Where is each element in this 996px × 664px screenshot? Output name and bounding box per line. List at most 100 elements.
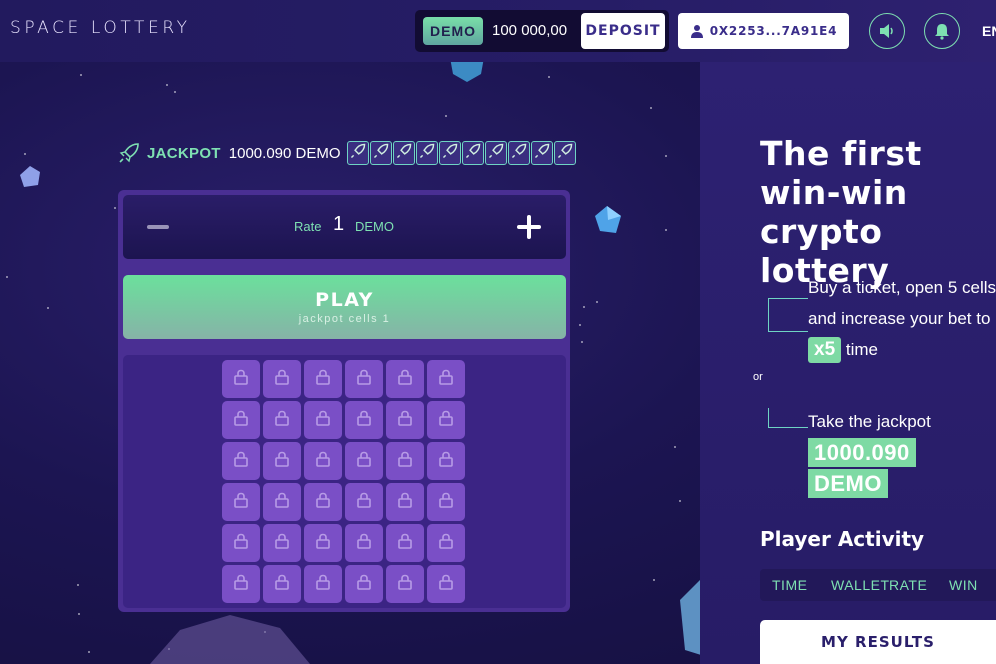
star bbox=[114, 207, 116, 209]
lock-icon bbox=[437, 409, 455, 432]
lottery-cell[interactable] bbox=[345, 401, 383, 439]
column-win[interactable]: WIN bbox=[949, 577, 978, 593]
jackpot-cells bbox=[346, 141, 576, 165]
star bbox=[674, 446, 676, 448]
jackpot-cell bbox=[369, 141, 392, 165]
lottery-cell[interactable] bbox=[427, 401, 465, 439]
lottery-cell[interactable] bbox=[304, 401, 342, 439]
notifications-button[interactable] bbox=[924, 13, 960, 49]
lottery-cell[interactable] bbox=[345, 483, 383, 521]
jackpot-cell bbox=[484, 141, 507, 165]
lottery-cell[interactable] bbox=[386, 565, 424, 603]
lock-icon bbox=[232, 573, 250, 596]
lock-icon bbox=[273, 491, 291, 514]
column-wallet[interactable]: WALLET bbox=[831, 577, 890, 593]
lottery-cell[interactable] bbox=[222, 565, 260, 603]
lottery-cell[interactable] bbox=[427, 524, 465, 562]
multiplier-badge: x5 bbox=[808, 337, 842, 363]
lottery-cell[interactable] bbox=[222, 483, 260, 521]
lottery-cell[interactable] bbox=[427, 483, 465, 521]
star bbox=[583, 306, 585, 308]
lock-icon bbox=[314, 450, 332, 473]
column-rate[interactable]: RATE bbox=[889, 577, 927, 593]
sound-toggle-button[interactable] bbox=[869, 13, 905, 49]
lottery-cell[interactable] bbox=[263, 401, 301, 439]
lock-icon bbox=[314, 532, 332, 555]
jackpot-cell bbox=[438, 141, 461, 165]
jackpot-cell bbox=[461, 141, 484, 165]
lottery-cell[interactable] bbox=[386, 442, 424, 480]
my-results-button[interactable]: MY RESULTS bbox=[760, 620, 996, 664]
lottery-cell[interactable] bbox=[427, 442, 465, 480]
lottery-cell[interactable] bbox=[427, 360, 465, 398]
lottery-cell[interactable] bbox=[386, 401, 424, 439]
lottery-cell[interactable] bbox=[222, 401, 260, 439]
star bbox=[6, 276, 8, 278]
lock-icon bbox=[314, 368, 332, 391]
star bbox=[77, 584, 79, 586]
rate-unit: DEMO bbox=[355, 219, 394, 234]
lottery-cell[interactable] bbox=[222, 360, 260, 398]
star bbox=[80, 74, 82, 76]
decrease-rate-button[interactable] bbox=[147, 225, 169, 229]
column-time[interactable]: TIME bbox=[772, 577, 807, 593]
deposit-button[interactable]: DEPOSIT bbox=[581, 13, 665, 49]
jackpot-cell bbox=[553, 141, 576, 165]
star bbox=[445, 115, 447, 117]
rate-value: 1 bbox=[333, 213, 345, 235]
lottery-cell[interactable] bbox=[304, 360, 342, 398]
lottery-cell[interactable] bbox=[222, 524, 260, 562]
star bbox=[653, 579, 655, 581]
lock-icon bbox=[232, 409, 250, 432]
lock-icon bbox=[355, 409, 373, 432]
lottery-cell[interactable] bbox=[263, 442, 301, 480]
wallet-button[interactable]: 0X2253...7A91E4 bbox=[678, 13, 849, 49]
star bbox=[174, 91, 176, 93]
lock-icon bbox=[355, 532, 373, 555]
lottery-cell[interactable] bbox=[345, 524, 383, 562]
lock-icon bbox=[355, 368, 373, 391]
lottery-cell[interactable] bbox=[345, 360, 383, 398]
player-activity-title: Player Activity bbox=[760, 527, 925, 551]
language-selector[interactable]: EN bbox=[982, 23, 996, 39]
jackpot-value: 1000.090 DEMO bbox=[228, 144, 341, 162]
lock-icon bbox=[314, 573, 332, 596]
lottery-cell[interactable] bbox=[304, 483, 342, 521]
jackpot-cell bbox=[415, 141, 438, 165]
lottery-cell[interactable] bbox=[263, 524, 301, 562]
lottery-cell[interactable] bbox=[345, 565, 383, 603]
star bbox=[166, 84, 168, 86]
jackpot-cell bbox=[392, 141, 415, 165]
lottery-cell[interactable] bbox=[222, 442, 260, 480]
lock-icon bbox=[437, 491, 455, 514]
app-logo[interactable]: SPACE LOTTERY bbox=[10, 18, 191, 38]
lottery-cell[interactable] bbox=[304, 524, 342, 562]
user-icon bbox=[690, 25, 703, 38]
lottery-cell[interactable] bbox=[386, 360, 424, 398]
rocket-icon bbox=[465, 143, 481, 164]
lottery-cell[interactable] bbox=[386, 524, 424, 562]
jackpot-label: JACKPOT bbox=[147, 144, 221, 162]
lottery-cell[interactable] bbox=[263, 483, 301, 521]
increase-rate-button[interactable] bbox=[517, 215, 541, 239]
lottery-cell[interactable] bbox=[263, 565, 301, 603]
lock-icon bbox=[396, 491, 414, 514]
lock-icon bbox=[396, 368, 414, 391]
rocket-icon bbox=[350, 143, 366, 164]
offer-text: Buy a ticket, open 5 cells and increase … bbox=[808, 272, 996, 365]
lock-icon bbox=[437, 450, 455, 473]
rate-label: Rate bbox=[294, 219, 322, 234]
lottery-cell[interactable] bbox=[304, 565, 342, 603]
lottery-cell[interactable] bbox=[263, 360, 301, 398]
lottery-cell[interactable] bbox=[386, 483, 424, 521]
lock-icon bbox=[273, 532, 291, 555]
play-button[interactable]: PLAY jackpot cells 1 bbox=[123, 275, 566, 339]
lock-icon bbox=[232, 491, 250, 514]
lottery-cell[interactable] bbox=[345, 442, 383, 480]
rocket-icon bbox=[119, 143, 139, 163]
star bbox=[679, 500, 681, 502]
jackpot-cell bbox=[346, 141, 369, 165]
lottery-cell[interactable] bbox=[427, 565, 465, 603]
hero-title: The first win-win crypto lottery bbox=[760, 134, 922, 290]
lottery-cell[interactable] bbox=[304, 442, 342, 480]
